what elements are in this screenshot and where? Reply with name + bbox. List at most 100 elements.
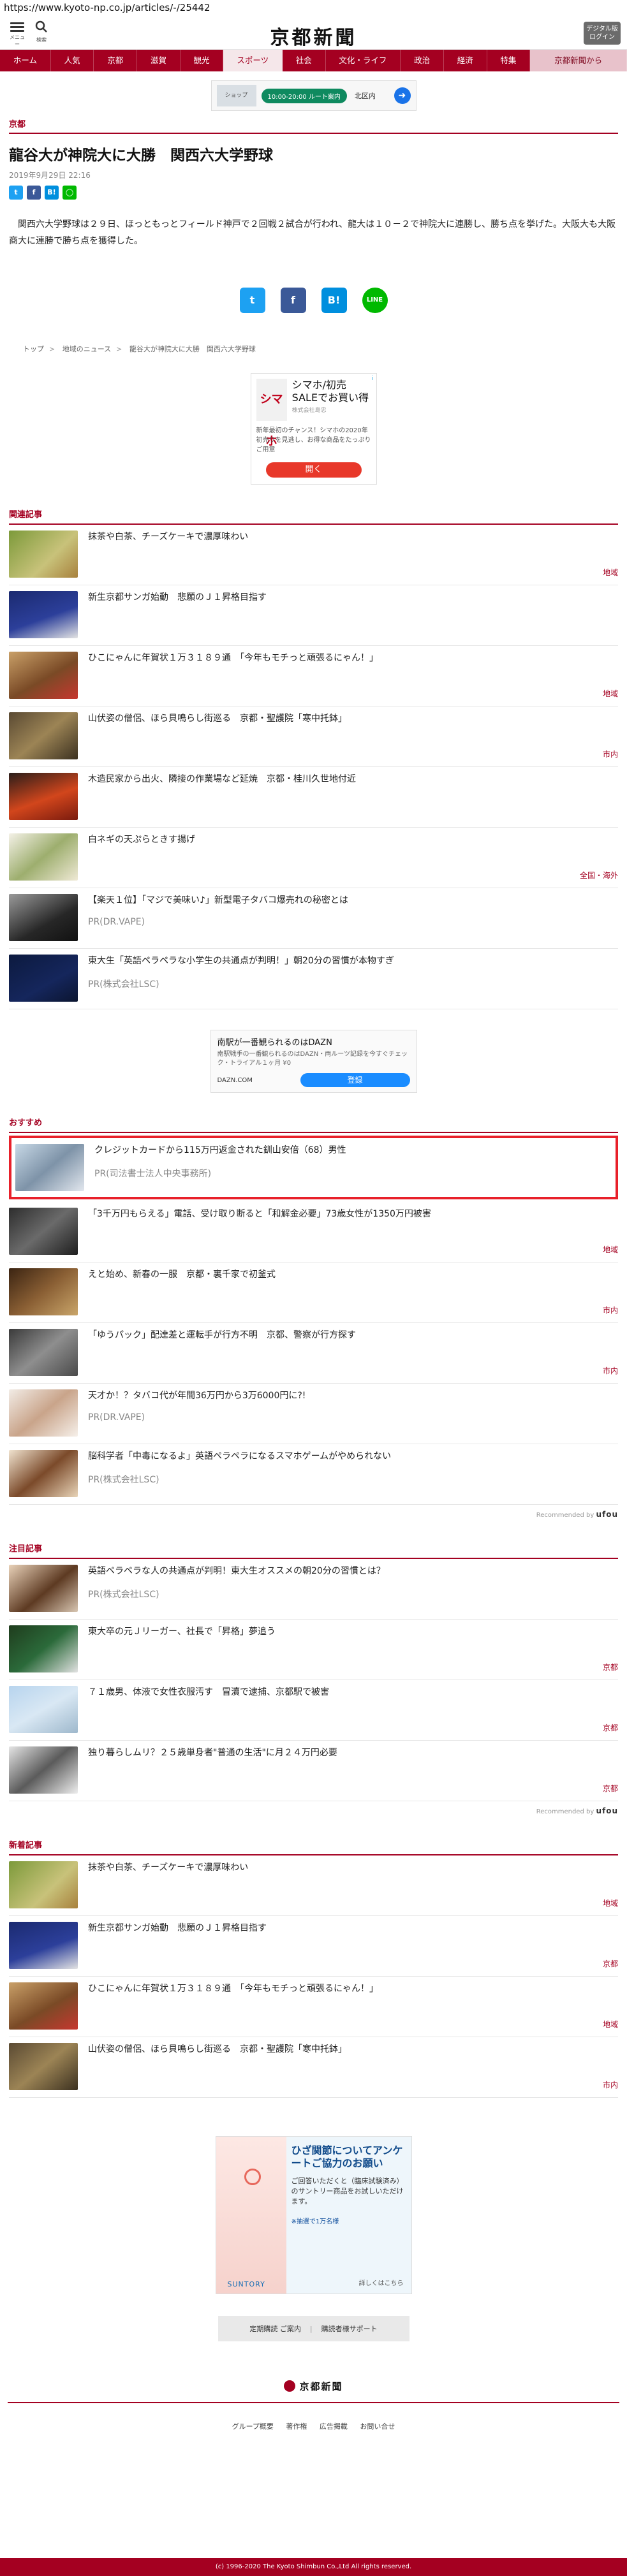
breadcrumb-local[interactable]: 地域のニュース [63,345,111,353]
list-item[interactable]: 山伏姿の僧侶、ほら貝鳴らし街巡る 京都・聖護院「寒中托鉢」 市内 [9,706,618,767]
item-title[interactable]: 【楽天１位】「マジで美味い♪」新型電子タバコ爆売れの秘密とは [88,894,618,907]
menu-button[interactable]: メニュー [8,20,27,48]
footer-logo[interactable]: 京都新聞 [0,2380,627,2393]
ad-open-button[interactable]: 開く [265,462,362,478]
item-title[interactable]: 天才か！？タバコ代が年間36万円から3万6000円に?! [88,1389,618,1402]
item-title[interactable]: 東大卒の元Ｊリーガー、社長で「昇格」夢追う [88,1625,618,1638]
directions-icon[interactable]: ➜ [394,87,411,104]
list-item[interactable]: 【楽天１位】「マジで美味い♪」新型電子タバコ爆売れの秘密とは PR(DR.VAPE… [9,888,618,949]
item-title[interactable]: 山伏姿の僧侶、ほら貝鳴らし街巡る 京都・聖護院「寒中托鉢」 [88,712,618,725]
map-ad-banner[interactable]: ショップ 10:00-20:00 ルート案内 北区内 ➜ [210,80,417,111]
nav-item[interactable]: 観光 [181,50,224,71]
list-item[interactable]: 新生京都サンガ始動 悲願のＪ１昇格目指す 京都 [9,1916,618,1977]
item-thumbnail [9,531,78,578]
nav-item[interactable]: 政治 [401,50,444,71]
item-title[interactable]: クレジットカードから115万円返金された釧山安倍（68）男性 [94,1144,612,1157]
item-title[interactable]: 英語ペラペラな人の共通点が判明！東大生オススメの朝20分の習慣とは？ [88,1565,618,1577]
twitter-share-icon[interactable]: t [239,288,265,313]
item-title[interactable]: 「3千万円もらえる」電話、受け取り断ると「和解金必要」73歳女性が1350万円被… [88,1208,618,1220]
suntory-logo: SUNTORY [227,2280,265,2288]
item-title[interactable]: ７１歳男、体液で女性衣服汚す 冒瀆で逮捕、京都駅で被害 [88,1686,618,1699]
facebook-share-icon[interactable]: f [27,186,41,200]
search-icon [35,20,47,33]
nav-item[interactable]: 文化・ライフ [326,50,401,71]
nav-item[interactable]: 京都 [94,50,138,71]
line-share-icon[interactable]: ◯ [63,186,77,200]
ad-route-pill[interactable]: 10:00-20:00 ルート案内 [261,88,347,103]
suntory-ad[interactable]: ひざ関節についてアンケートご協力のお願い ご回答いただくと（臨床試験済み）のサン… [215,2136,412,2294]
digital-login-button[interactable]: デジタル版 ログイン [584,22,621,45]
recommend-brand[interactable]: ufou [596,1510,618,1519]
item-title[interactable]: 抹茶や白茶、チーズケーキで濃厚味わい [88,531,618,543]
shimaho-ad[interactable]: i シマホ シマホ/初売SALEでお買い得 株式会社島忠 新年最初のチャンス！シ… [250,373,377,485]
search-button[interactable]: 検索 [32,20,51,43]
facebook-share-icon[interactable]: f [280,288,306,313]
nav-item[interactable]: 社会 [283,50,326,71]
footer-link-ads[interactable]: 広告掲載 [320,2422,348,2431]
hatena-share-icon[interactable]: B! [45,186,59,200]
list-item[interactable]: ７１歳男、体液で女性衣服汚す 冒瀆で逮捕、京都駅で被害 京都 [9,1680,618,1741]
nav-item[interactable]: スポーツ [223,50,283,71]
item-title[interactable]: 脳科学者「中毒になるよ」英語ペラペラになるスマホゲームがやめられない [88,1450,618,1463]
dazn-register-button[interactable]: 登録 [300,1073,410,1087]
list-item[interactable]: 天才か！？タバコ代が年間36万円から3万6000円に?! PR(DR.VAPE) [9,1384,618,1444]
item-title[interactable]: ひこにゃんに年賀状１万３１８９通 「今年もモチっと頑張るにゃん！」 [88,652,618,664]
address-bar[interactable]: https://www.kyoto-np.co.jp/articles/-/25… [0,0,627,17]
list-item[interactable]: 東大生「英語ペラペラな小学生の共通点が判明！」朝20分の習慣が本物すぎ PR(株式… [9,949,618,1009]
list-item[interactable]: 英語ペラペラな人の共通点が判明！東大生オススメの朝20分の習慣とは？ PR(株式会… [9,1559,618,1620]
item-region-tag: 市内 [602,1366,618,1375]
footer-link-group[interactable]: グループ概要 [232,2422,274,2431]
list-item[interactable]: 「3千万円もらえる」電話、受け取り断ると「和解金必要」73歳女性が1350万円被… [9,1202,618,1262]
item-region-tag: 地域 [602,568,618,577]
list-item[interactable]: 独り暮らしムリ？２５歳単身者"普通の生活"に月２４万円必要 京都 [9,1741,618,1801]
hatena-share-icon[interactable]: B! [321,288,347,313]
item-thumbnail [9,1208,78,1255]
nav-item[interactable]: ホーム [0,50,51,71]
item-title[interactable]: 新生京都サンガ始動 悲願のＪ１昇格目指す [88,1922,618,1935]
ad-info-icon[interactable]: i [372,376,374,382]
footer-link-contact[interactable]: お問い合せ [360,2422,395,2431]
nav-item[interactable]: 経済 [444,50,487,71]
list-item[interactable]: 山伏姿の僧侶、ほら貝鳴らし街巡る 京都・聖護院「寒中托鉢」 市内 [9,2037,618,2098]
item-title[interactable]: 山伏姿の僧侶、ほら貝鳴らし街巡る 京都・聖護院「寒中托鉢」 [88,2043,618,2056]
nav-item[interactable]: 人気 [51,50,94,71]
list-item[interactable]: ひこにゃんに年賀状１万３１８９通 「今年もモチっと頑張るにゃん！」 地域 [9,1977,618,2037]
list-item[interactable]: 抹茶や白茶、チーズケーキで濃厚味わい 地域 [9,1855,618,1916]
list-item[interactable]: 白ネギの天ぷらときす揚げ 全国・海外 [9,828,618,888]
support-link[interactable]: 購読者様サポート [321,2324,378,2334]
list-item[interactable]: 東大卒の元Ｊリーガー、社長で「昇格」夢追う 京都 [9,1620,618,1680]
item-title[interactable]: 白ネギの天ぷらときす揚げ [88,833,618,846]
list-item[interactable]: ひこにゃんに年賀状１万３１８９通 「今年もモチっと頑張るにゃん！」 地域 [9,646,618,706]
list-item[interactable]: 新生京都サンガ始動 悲願のＪ１昇格目指す [9,585,618,646]
twitter-share-icon[interactable]: t [9,186,23,200]
item-title[interactable]: 木造民家から出火、隣接の作業場など延焼 京都・桂川久世地付近 [88,773,618,786]
item-title[interactable]: 東大生「英語ペラペラな小学生の共通点が判明！」朝20分の習慣が本物すぎ [88,955,618,967]
item-title[interactable]: 新生京都サンガ始動 悲願のＪ１昇格目指す [88,591,618,604]
line-share-icon[interactable]: LINE [362,288,388,313]
footer-link-copyright[interactable]: 著作権 [286,2422,307,2431]
item-thumbnail [9,2043,78,2090]
list-item[interactable]: 抹茶や白茶、チーズケーキで濃厚味わい地域 [9,525,618,585]
subscribe-link[interactable]: 定期購読 ご案内 [249,2324,301,2334]
list-item[interactable]: えと始め、新春の一服 京都・裏千家で初釜式 市内 [9,1262,618,1323]
breadcrumb-home[interactable]: トップ [23,345,44,353]
nav-item[interactable]: 京都新聞から [530,50,627,71]
recommended-by-label: Recommended by [536,1808,594,1815]
suntory-ad-link[interactable]: 詳しくはこちら [359,2278,404,2287]
recommend-brand[interactable]: ufou [596,1806,618,1815]
item-sponsor: PR(司法書士法人中央事務所) [94,1169,212,1179]
nav-item[interactable]: 滋賀 [137,50,181,71]
highlighted-list-item[interactable]: クレジットカードから115万円返金された釧山安倍（68）男性 PR(司法書士法人中… [9,1136,618,1199]
item-title[interactable]: 抹茶や白茶、チーズケーキで濃厚味わい [88,1861,618,1874]
list-item[interactable]: 木造民家から出火、隣接の作業場など延焼 京都・桂川久世地付近 [9,767,618,828]
item-title[interactable]: 「ゆうパック」配達差と運転手が行方不明 京都、警察が行方探す [88,1329,618,1342]
dazn-ad[interactable]: 南駅が一番観られるのはDAZN 南駅戦手の一番観られるのはDAZN・両ルーツ記録… [210,1030,417,1093]
item-title[interactable]: 独り暮らしムリ？２５歳単身者"普通の生活"に月２４万円必要 [88,1746,618,1759]
divider: | [309,2324,313,2333]
ad-logo: シマホ [256,379,287,448]
list-item[interactable]: 脳科学者「中毒になるよ」英語ペラペラになるスマホゲームがやめられない PR(株式会… [9,1444,618,1505]
item-title[interactable]: えと始め、新春の一服 京都・裏千家で初釜式 [88,1268,618,1281]
item-title[interactable]: ひこにゃんに年賀状１万３１８９通 「今年もモチっと頑張るにゃん！」 [88,1982,618,1995]
nav-item[interactable]: 特集 [487,50,531,71]
list-item[interactable]: 「ゆうパック」配達差と運転手が行方不明 京都、警察が行方探す市内 [9,1323,618,1384]
